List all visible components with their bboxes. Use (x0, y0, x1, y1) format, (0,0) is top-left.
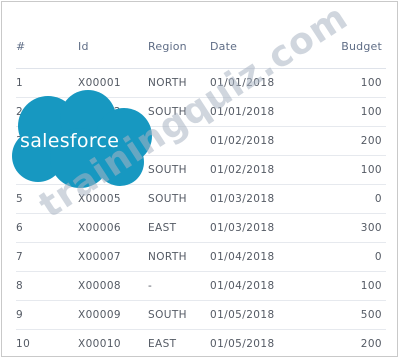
table-header-row: # Id Region Date Budget (16, 24, 386, 69)
row-region-cell: EAST (148, 213, 210, 243)
row-region-cell: NORTH (148, 68, 210, 98)
row-budget-cell: 0 (298, 242, 386, 272)
row-budget-cell: 100 (298, 68, 386, 98)
row-id-cell: X00008 (78, 271, 148, 301)
table-row[interactable]: 6 X00006 EAST 01/03/2018 300 (16, 213, 386, 243)
row-budget-cell: 0 (298, 184, 386, 214)
row-date-cell: 01/04/2018 (210, 271, 298, 301)
column-header-date[interactable]: Date (210, 24, 298, 69)
row-region-cell: NORTH (148, 242, 210, 272)
row-number-cell: 10 (16, 338, 31, 350)
row-region-cell: - (148, 126, 210, 156)
row-region-cell: SOUTH (148, 97, 210, 127)
row-number-cell: 7 (16, 242, 78, 272)
row-budget-cell: 100 (298, 155, 386, 185)
salesforce-logo-text: salesforce (20, 130, 120, 152)
table-row[interactable]: 8 X00008-01/04/2018 100 (16, 271, 386, 301)
row-number-cell: 6 (16, 213, 78, 243)
column-header-budget[interactable]: Budget (298, 24, 386, 69)
row-date-cell: 01/05/2018 (210, 338, 275, 350)
column-header-number[interactable]: # (16, 24, 78, 69)
row-id-cell: X00007 (78, 242, 148, 272)
table-row[interactable]: 10 X00010 EAST 01/05/2018 200 (16, 330, 386, 359)
row-id-cell: X00006 (78, 213, 148, 243)
row-number-cell: 9 (16, 300, 78, 330)
row-budget-cell: 200 (360, 338, 382, 350)
row-date-cell: 01/02/2018 (210, 155, 298, 185)
column-header-id[interactable]: Id (78, 24, 148, 69)
row-budget-cell: 100 (298, 271, 386, 301)
column-header-region[interactable]: Region (148, 24, 210, 69)
row-date-cell: 01/04/2018 (210, 242, 298, 272)
row-date-cell: 01/01/2018 (210, 68, 298, 98)
row-date-cell: 01/05/2018 (210, 300, 298, 330)
row-budget-cell: 100 (298, 97, 386, 127)
row-id-cell: X00009 (78, 300, 148, 330)
row-date-cell: 01/03/2018 (210, 213, 298, 243)
row-budget-cell: 500 (298, 300, 386, 330)
row-region-cell: SOUTH (148, 300, 210, 330)
row-date-cell: 01/01/2018 (210, 97, 298, 127)
table-row[interactable]: 7 X00007 NORTH 01/04/2018 0 (16, 242, 386, 272)
row-budget-cell: 300 (298, 213, 386, 243)
row-number-cell: 8 (16, 271, 78, 301)
row-id-cell: X00010 (78, 338, 121, 350)
row-date-cell: 01/02/2018 (210, 126, 298, 156)
row-region-cell: SOUTH (148, 155, 210, 185)
row-budget-cell: 200 (298, 126, 386, 156)
row-region-cell: EAST (148, 338, 177, 350)
row-date-cell: 01/03/2018 (210, 184, 298, 214)
table-row[interactable]: 9 X00009 SOUTH 01/05/2018 500 (16, 300, 386, 330)
row-region-cell: SOUTH (148, 184, 210, 214)
row-region-cell: - (148, 271, 210, 301)
